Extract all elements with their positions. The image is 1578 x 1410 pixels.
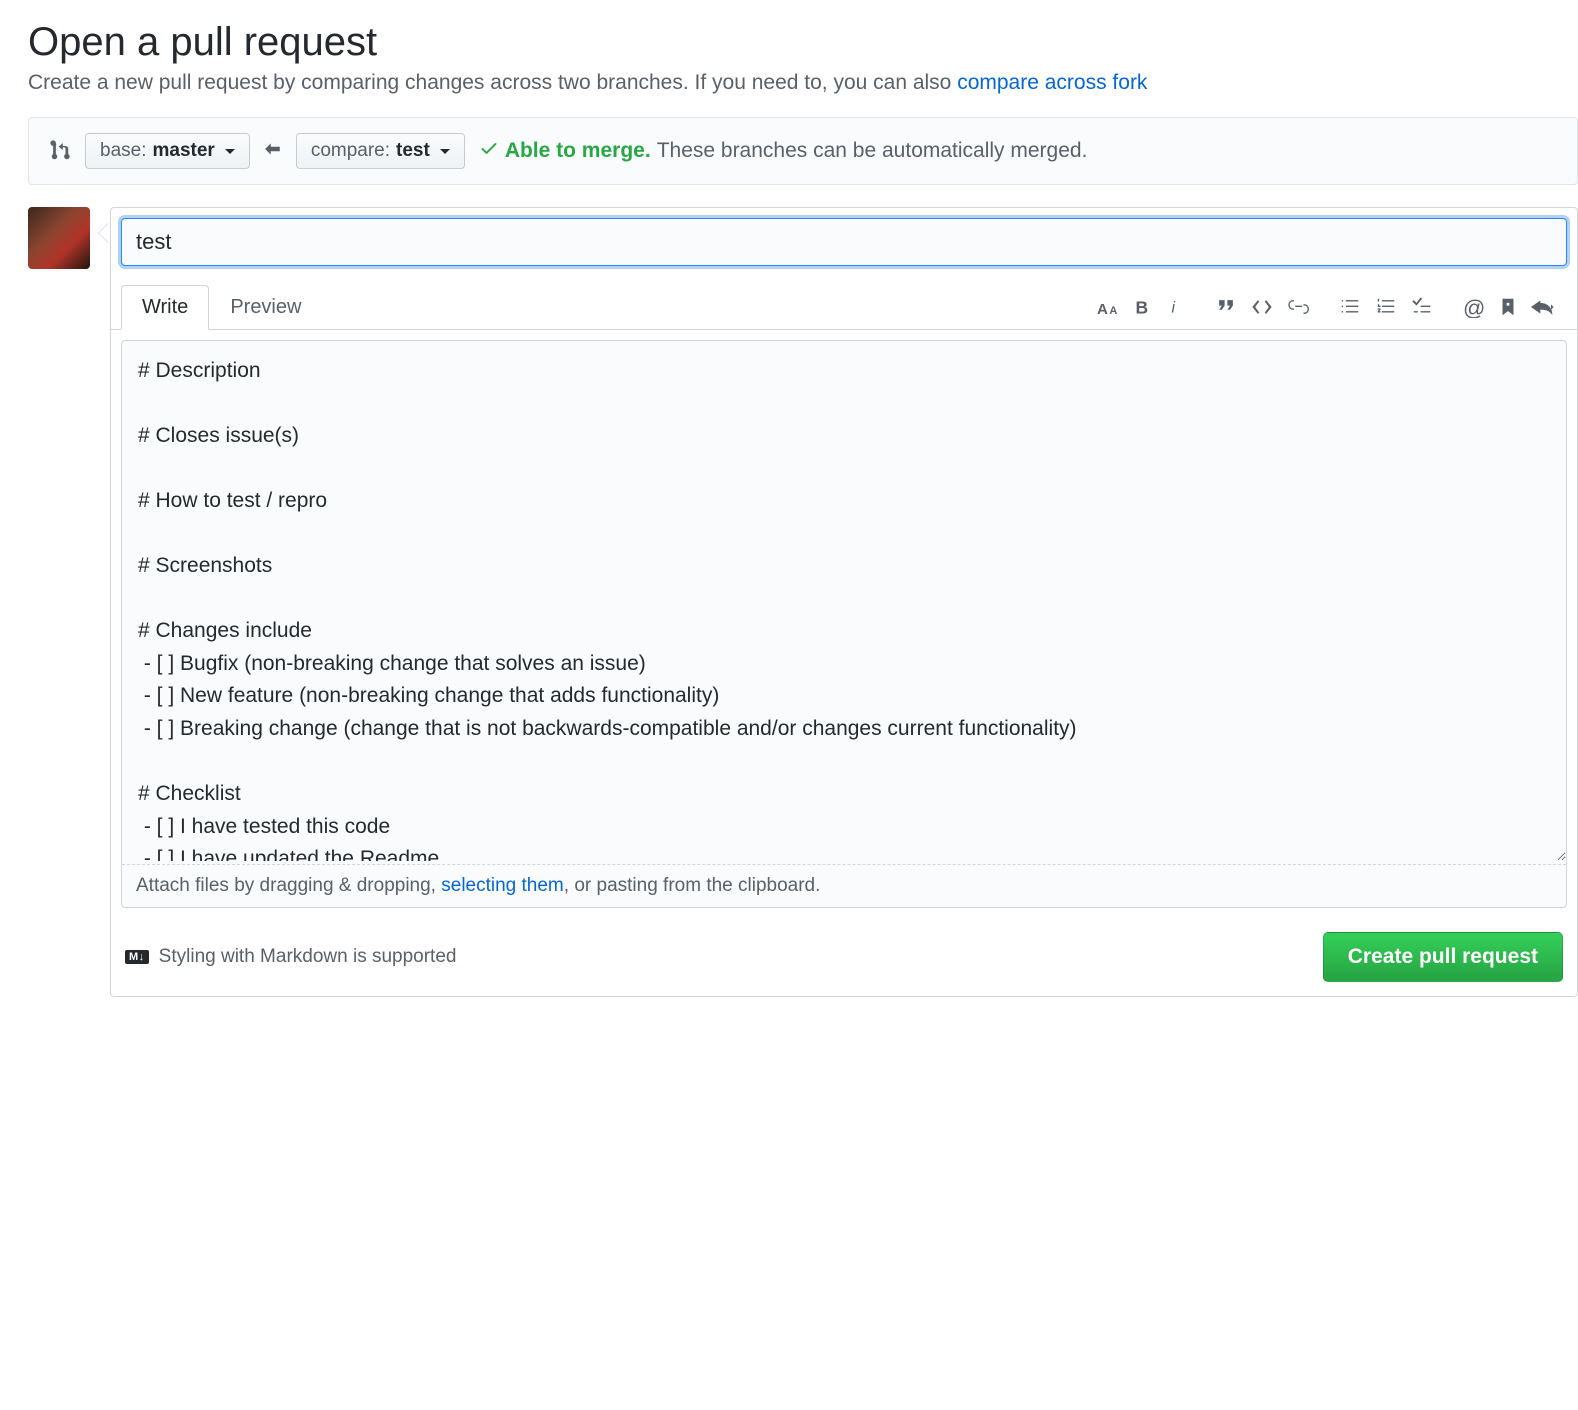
markdown-hint[interactable]: M↓ Styling with Markdown is supported xyxy=(125,946,456,968)
attach-text-pre: Attach files by dragging & dropping, xyxy=(136,875,441,896)
compare-branch-button[interactable]: compare: test xyxy=(296,133,465,169)
form-footer: M↓ Styling with Markdown is supported Cr… xyxy=(111,918,1577,996)
avatar xyxy=(28,207,90,269)
compare-value: test xyxy=(396,140,430,162)
base-value: master xyxy=(152,140,214,162)
merge-detail-text: These branches can be automatically merg… xyxy=(657,139,1088,163)
page-subtitle: Create a new pull request by comparing c… xyxy=(28,71,1578,95)
create-pull-request-button[interactable]: Create pull request xyxy=(1323,932,1563,982)
italic-icon[interactable]: i xyxy=(1167,297,1185,317)
attach-text-post: , or pasting from the clipboard. xyxy=(564,875,821,896)
svg-text:B: B xyxy=(1136,297,1149,317)
markdown-toolbar: AA B i @ xyxy=(1097,296,1567,318)
saved-reply-icon[interactable] xyxy=(1499,296,1517,318)
pr-title-input[interactable] xyxy=(121,218,1567,266)
merge-status: Able to merge. These branches can be aut… xyxy=(479,138,1088,164)
git-compare-icon xyxy=(49,139,71,164)
attach-hint: Attach files by dragging & dropping, sel… xyxy=(122,864,1566,907)
tab-write[interactable]: Write xyxy=(121,285,209,330)
page-title: Open a pull request xyxy=(28,20,1578,65)
base-branch-button[interactable]: base: master xyxy=(85,133,250,169)
speech-caret xyxy=(98,223,108,243)
merge-ok-text: Able to merge. xyxy=(505,139,651,163)
editor-tabs-row: Write Preview AA B i xyxy=(111,276,1577,330)
link-icon[interactable] xyxy=(1287,296,1309,318)
subtitle-text: Create a new pull request by comparing c… xyxy=(28,71,957,94)
svg-text:A: A xyxy=(1097,300,1108,317)
heading-icon[interactable]: AA xyxy=(1097,296,1119,318)
svg-text:A: A xyxy=(1109,304,1117,316)
ordered-list-icon[interactable] xyxy=(1375,296,1397,318)
base-label: base: xyxy=(100,140,146,162)
code-icon[interactable] xyxy=(1251,296,1273,318)
quote-icon[interactable] xyxy=(1215,296,1237,318)
bold-icon[interactable]: B xyxy=(1133,297,1153,317)
compare-bar: base: master compare: test Able to merge… xyxy=(28,117,1578,185)
compare-label: compare: xyxy=(311,140,390,162)
check-icon xyxy=(479,138,499,164)
attach-select-link[interactable]: selecting them xyxy=(441,875,564,896)
mention-icon[interactable]: @ xyxy=(1463,296,1485,318)
unordered-list-icon[interactable] xyxy=(1339,296,1361,318)
pr-form: Write Preview AA B i xyxy=(110,207,1578,997)
markdown-badge-icon: M↓ xyxy=(125,950,149,964)
body-area: Attach files by dragging & dropping, sel… xyxy=(121,340,1567,908)
markdown-hint-text: Styling with Markdown is supported xyxy=(159,946,457,968)
reply-icon[interactable] xyxy=(1531,296,1555,318)
pr-body-textarea[interactable] xyxy=(122,341,1566,861)
compare-across-forks-link[interactable]: compare across fork xyxy=(957,71,1147,94)
tab-preview[interactable]: Preview xyxy=(209,285,322,330)
arrow-left-icon xyxy=(264,140,282,163)
svg-text:i: i xyxy=(1172,299,1176,316)
chevron-down-icon xyxy=(225,149,235,154)
chevron-down-icon xyxy=(440,149,450,154)
svg-text:@: @ xyxy=(1463,296,1485,318)
task-list-icon[interactable] xyxy=(1411,296,1433,318)
